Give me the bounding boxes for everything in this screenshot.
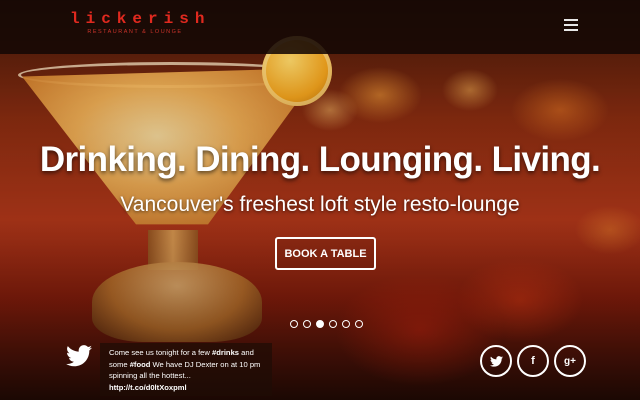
twitter-icon <box>489 355 503 367</box>
book-a-table-button[interactable]: BOOK A TABLE <box>275 237 376 270</box>
logo-link[interactable]: lickerish RESTAURANT & LOUNGE <box>70 10 211 36</box>
logo-wordmark: lickerish <box>70 10 211 28</box>
top-navigation-bar: lickerish RESTAURANT & LOUNGE <box>0 0 640 54</box>
hamburger-menu-icon[interactable] <box>562 17 580 33</box>
carousel-dot-3[interactable] <box>316 320 324 328</box>
carousel-dot-5[interactable] <box>342 320 350 328</box>
hero-subheadline: Vancouver's freshest loft style resto-lo… <box>120 193 520 216</box>
carousel-dot-1[interactable] <box>290 320 298 328</box>
latest-tweet: Come see us tonight for a few #drinks an… <box>100 343 272 396</box>
facebook-social-button[interactable]: f <box>517 345 549 377</box>
carousel-pagination <box>290 320 363 328</box>
carousel-dot-2[interactable] <box>303 320 311 328</box>
googleplus-social-button[interactable]: g+ <box>554 345 586 377</box>
carousel-dot-6[interactable] <box>355 320 363 328</box>
facebook-icon: f <box>531 355 535 367</box>
logo-tagline: RESTAURANT & LOUNGE <box>87 29 183 35</box>
tweet-hashtag-drinks[interactable]: #drinks <box>212 348 239 357</box>
tweet-text-part1: Come see us tonight for a few <box>109 348 212 357</box>
hero-headline: Drinking. Dining. Lounging. Living. <box>39 140 601 179</box>
carousel-dot-4[interactable] <box>329 320 337 328</box>
googleplus-icon: g+ <box>564 355 576 367</box>
twitter-social-button[interactable] <box>480 345 512 377</box>
twitter-bird-icon <box>66 345 92 367</box>
tweet-link[interactable]: http://t.co/d0ltXoxpml <box>109 382 265 394</box>
tweet-hashtag-food[interactable]: #food <box>130 360 151 369</box>
